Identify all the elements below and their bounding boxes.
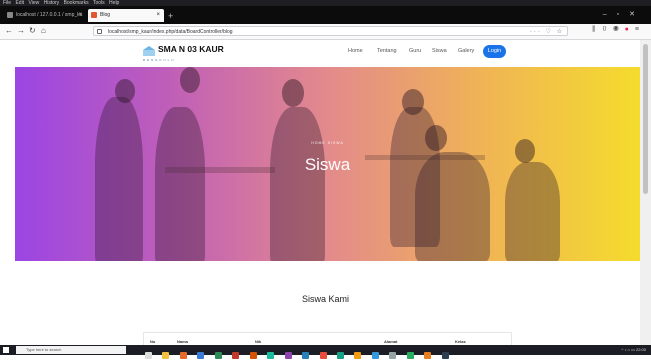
system-tray[interactable]: ^ ♪ ⌂ ▭ 22:00 [621, 346, 646, 354]
student-head [425, 125, 447, 151]
app-icon[interactable] [441, 352, 449, 359]
bookmark-icon[interactable]: ··· ♡ ☆ [530, 27, 564, 37]
app-icon[interactable] [249, 352, 257, 359]
tab-blog[interactable]: Blog × [88, 9, 164, 22]
app-icon[interactable] [371, 352, 379, 359]
page-title: Siswa [304, 155, 351, 174]
info-icon[interactable] [97, 29, 102, 34]
brand-name: SMA N 03 KAUR [158, 44, 224, 54]
tab-phpmyadmin[interactable]: localhost / 127.0.0.1 / smp_ku × [4, 9, 86, 22]
app-icon[interactable] [354, 352, 362, 359]
login-button[interactable]: Login [483, 45, 506, 58]
tab-label: localhost / 127.0.0.1 / smp_ku [16, 12, 83, 18]
home-icon[interactable]: ⌂ [41, 26, 46, 36]
app-icon[interactable] [284, 352, 292, 359]
student-head [282, 79, 304, 107]
student-silhouette [155, 107, 205, 261]
student-head [402, 89, 424, 115]
column-header-nama: Nama [177, 339, 188, 344]
nav-siswa[interactable]: Siswa [432, 48, 447, 54]
word-icon[interactable] [197, 352, 205, 359]
window-controls[interactable]: –▫✕ [603, 10, 645, 18]
toolbar-icons[interactable]: ⫼▯◉●≡ [592, 26, 645, 34]
school-icon [143, 46, 155, 56]
firefox-icon[interactable] [179, 352, 187, 359]
addon-icon[interactable]: ● [625, 26, 635, 33]
close-icon[interactable]: × [78, 9, 82, 22]
powerpoint-icon[interactable] [232, 352, 240, 359]
sync-icon[interactable]: ◉ [613, 26, 625, 33]
column-header-alamat: Alamat [384, 339, 398, 344]
file-explorer-icon[interactable] [162, 352, 170, 359]
excel-icon[interactable] [214, 352, 222, 359]
forward-icon[interactable]: → [17, 26, 25, 36]
column-header-nik: Nik [255, 339, 262, 344]
student-silhouette [270, 107, 325, 261]
taskbar-search-input[interactable]: Type here to search [16, 346, 126, 354]
page-scrollbar[interactable] [640, 40, 651, 345]
tray-icons[interactable]: ^ ♪ ⌂ ▭ [621, 347, 636, 352]
app-icon[interactable] [336, 352, 344, 359]
app-icon[interactable] [267, 352, 275, 359]
windows-taskbar: Type here to search ^ ♪ ⌂ ▭ 22:00 [0, 345, 651, 359]
student-silhouette [95, 97, 143, 261]
nav-galery[interactable]: Galery [458, 48, 474, 54]
student-silhouette [505, 162, 560, 261]
tab-strip: localhost / 127.0.0.1 / smp_ku × Blog × … [0, 6, 651, 24]
site-navbar: SMA N 03 KAUR BENGKULU Home Tentang Guru… [0, 40, 640, 67]
clock[interactable]: 22:00 [636, 347, 646, 352]
app-icon[interactable] [424, 352, 432, 359]
tab-label: Blog [100, 12, 111, 18]
url-bar[interactable]: localhost/smp_kaur/index.php/data/BoardC… [93, 26, 568, 36]
windows-start-icon[interactable] [3, 347, 9, 353]
column-header-kelas: Kelas [455, 339, 466, 344]
taskbar-apps [145, 346, 455, 364]
url-text: localhost/smp_kaur/index.php/data/BoardC… [108, 29, 233, 35]
back-icon[interactable]: ← [5, 26, 13, 36]
nav-guru[interactable]: Guru [409, 48, 421, 54]
student-head [180, 67, 200, 93]
favicon-icon [91, 12, 97, 18]
app-icon[interactable] [389, 352, 397, 359]
close-icon[interactable]: × [156, 9, 160, 22]
favicon-icon [7, 12, 13, 18]
browser-toolbar: ← → ↻ ⌂ localhost/smp_kaur/index.php/dat… [0, 24, 651, 40]
brand-subtitle: BENGKULU [143, 58, 176, 62]
student-head [115, 79, 135, 103]
column-header-no: No [150, 339, 156, 344]
app-icon[interactable] [302, 352, 310, 359]
reload-icon[interactable]: ↻ [29, 26, 36, 36]
section-title: Siswa Kami [301, 294, 349, 304]
task-view-icon[interactable] [145, 352, 152, 359]
breadcrumb: HOME SISWA [311, 141, 344, 145]
new-tab-icon[interactable]: + [168, 11, 173, 21]
app-icon[interactable] [406, 352, 414, 359]
sidebar-icon[interactable]: ▯ [601, 26, 613, 33]
scrollbar-thumb[interactable] [643, 44, 648, 194]
menu-icon[interactable]: ≡ [635, 26, 645, 33]
hero-banner: HOME SISWA Siswa [15, 67, 640, 261]
nav-home[interactable]: Home [348, 48, 363, 54]
nav-tentang[interactable]: Tentang [377, 48, 397, 54]
app-icon[interactable] [319, 352, 327, 359]
